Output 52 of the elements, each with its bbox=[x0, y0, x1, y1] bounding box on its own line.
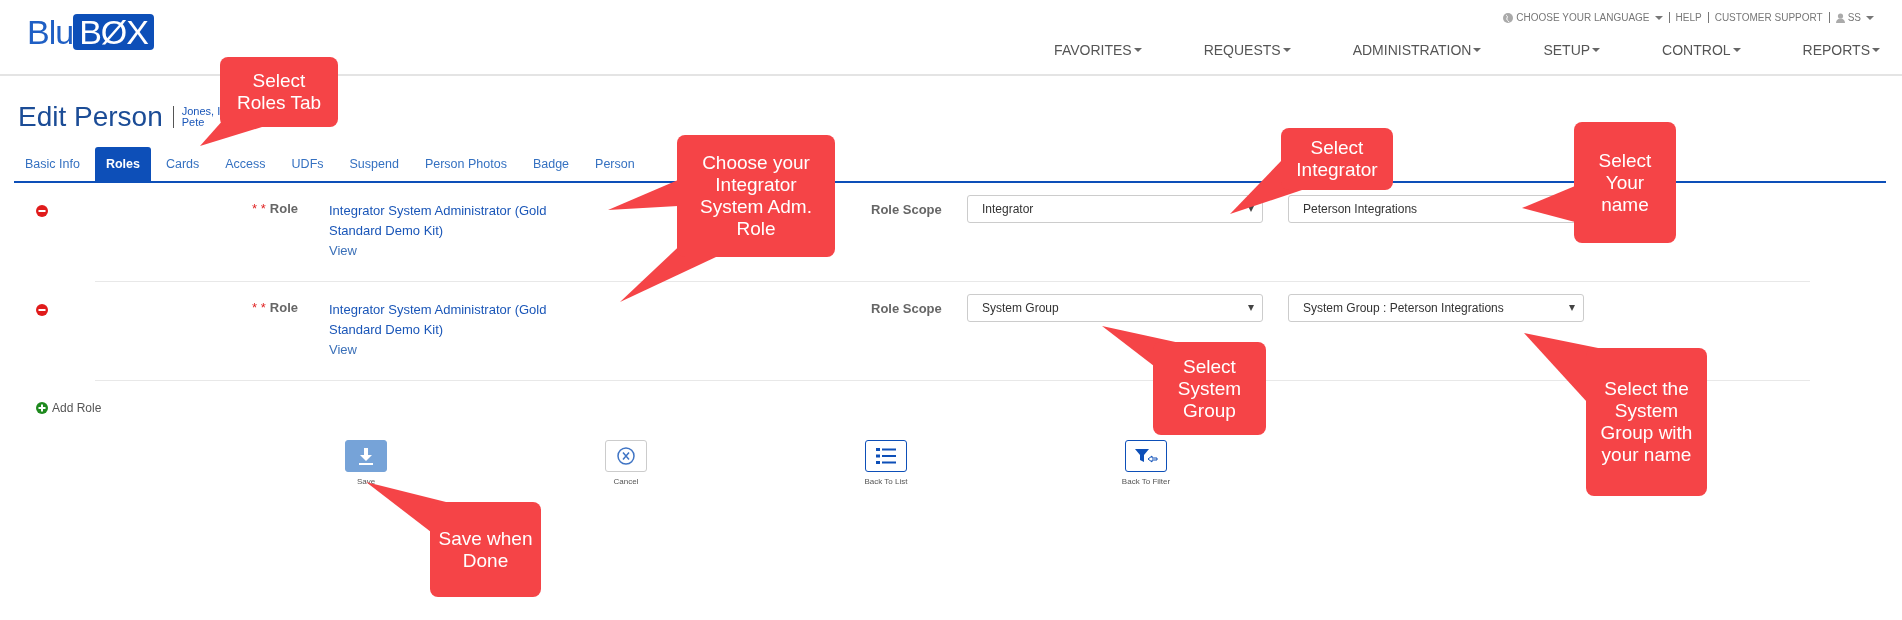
tab[interactable]: UDFs bbox=[280, 147, 335, 181]
nav-menu-item[interactable]: SETUP bbox=[1481, 42, 1601, 58]
target-dropdown[interactable]: System Group : Peterson Integrations bbox=[1288, 294, 1584, 322]
role-scope-label: Role Scope bbox=[871, 300, 943, 316]
close-icon bbox=[617, 447, 635, 465]
person-name[interactable]: Pete bbox=[181, 117, 221, 128]
list-button[interactable] bbox=[865, 440, 907, 472]
role-label: * * Role bbox=[251, 201, 298, 216]
tab[interactable]: Basic Info bbox=[14, 147, 91, 181]
view-link[interactable]: View bbox=[329, 340, 589, 360]
user-icon bbox=[1835, 12, 1845, 23]
role-link[interactable]: Integrator System Administrator (Gold Standard Demo Kit) bbox=[329, 201, 589, 241]
globe-icon bbox=[1503, 12, 1514, 23]
cancel-button[interactable] bbox=[605, 440, 647, 472]
page-title: Edit Person bbox=[18, 101, 163, 133]
nav-menu-item[interactable]: REQUESTS bbox=[1141, 42, 1291, 58]
user-menu[interactable]: SS bbox=[1828, 12, 1880, 23]
button-caption: Cancel bbox=[613, 477, 639, 486]
filter-button[interactable] bbox=[1125, 440, 1167, 472]
nav-menu-item[interactable]: REPORTS bbox=[1740, 42, 1880, 58]
nav-menu-item[interactable]: CONTROL bbox=[1600, 42, 1741, 58]
tab[interactable]: Badge bbox=[521, 147, 581, 181]
callout-tooltip: Select System Group bbox=[1102, 326, 1266, 435]
tab[interactable]: Access bbox=[214, 147, 277, 181]
header-link[interactable]: HELP bbox=[1668, 12, 1708, 23]
nav-menu-item[interactable]: FAVORITES bbox=[1054, 42, 1142, 58]
role-scope-label: Role Scope bbox=[871, 201, 943, 217]
callout-tooltip: Select Your name bbox=[1522, 122, 1676, 243]
role-link[interactable]: Integrator System Administrator (Gold Standard Demo Kit) bbox=[329, 300, 589, 340]
add-role-link[interactable]: Add Role bbox=[36, 401, 102, 415]
tab[interactable]: Cards bbox=[154, 147, 211, 181]
tab[interactable]: Person Photos bbox=[413, 147, 518, 181]
tab[interactable]: Roles bbox=[94, 147, 151, 181]
scope-dropdown[interactable]: System Group bbox=[967, 294, 1263, 322]
button-caption: Back To List bbox=[864, 477, 908, 486]
callout-tooltip: Select the System Group with your name bbox=[1524, 333, 1707, 496]
nav-menu-item[interactable]: ADMINISTRATION bbox=[1290, 42, 1482, 58]
tab[interactable]: Suspend bbox=[338, 147, 410, 181]
add-icon bbox=[36, 402, 48, 414]
person-name[interactable]: Jones, I bbox=[181, 106, 221, 117]
role-label: * * Role bbox=[251, 300, 298, 315]
download-icon bbox=[357, 447, 375, 465]
list-icon bbox=[875, 447, 897, 465]
language-menu[interactable]: CHOOSE YOUR LANGUAGE bbox=[1497, 12, 1669, 23]
filter-icon bbox=[1134, 448, 1158, 464]
view-link[interactable]: View bbox=[329, 241, 589, 261]
remove-icon[interactable] bbox=[36, 304, 48, 316]
tab[interactable]: Person bbox=[584, 147, 646, 181]
button-caption: Back To Filter bbox=[1121, 477, 1171, 486]
save-button[interactable] bbox=[345, 440, 387, 472]
remove-icon[interactable] bbox=[36, 205, 48, 217]
header-link[interactable]: CUSTOMER SUPPORT bbox=[1707, 12, 1829, 23]
